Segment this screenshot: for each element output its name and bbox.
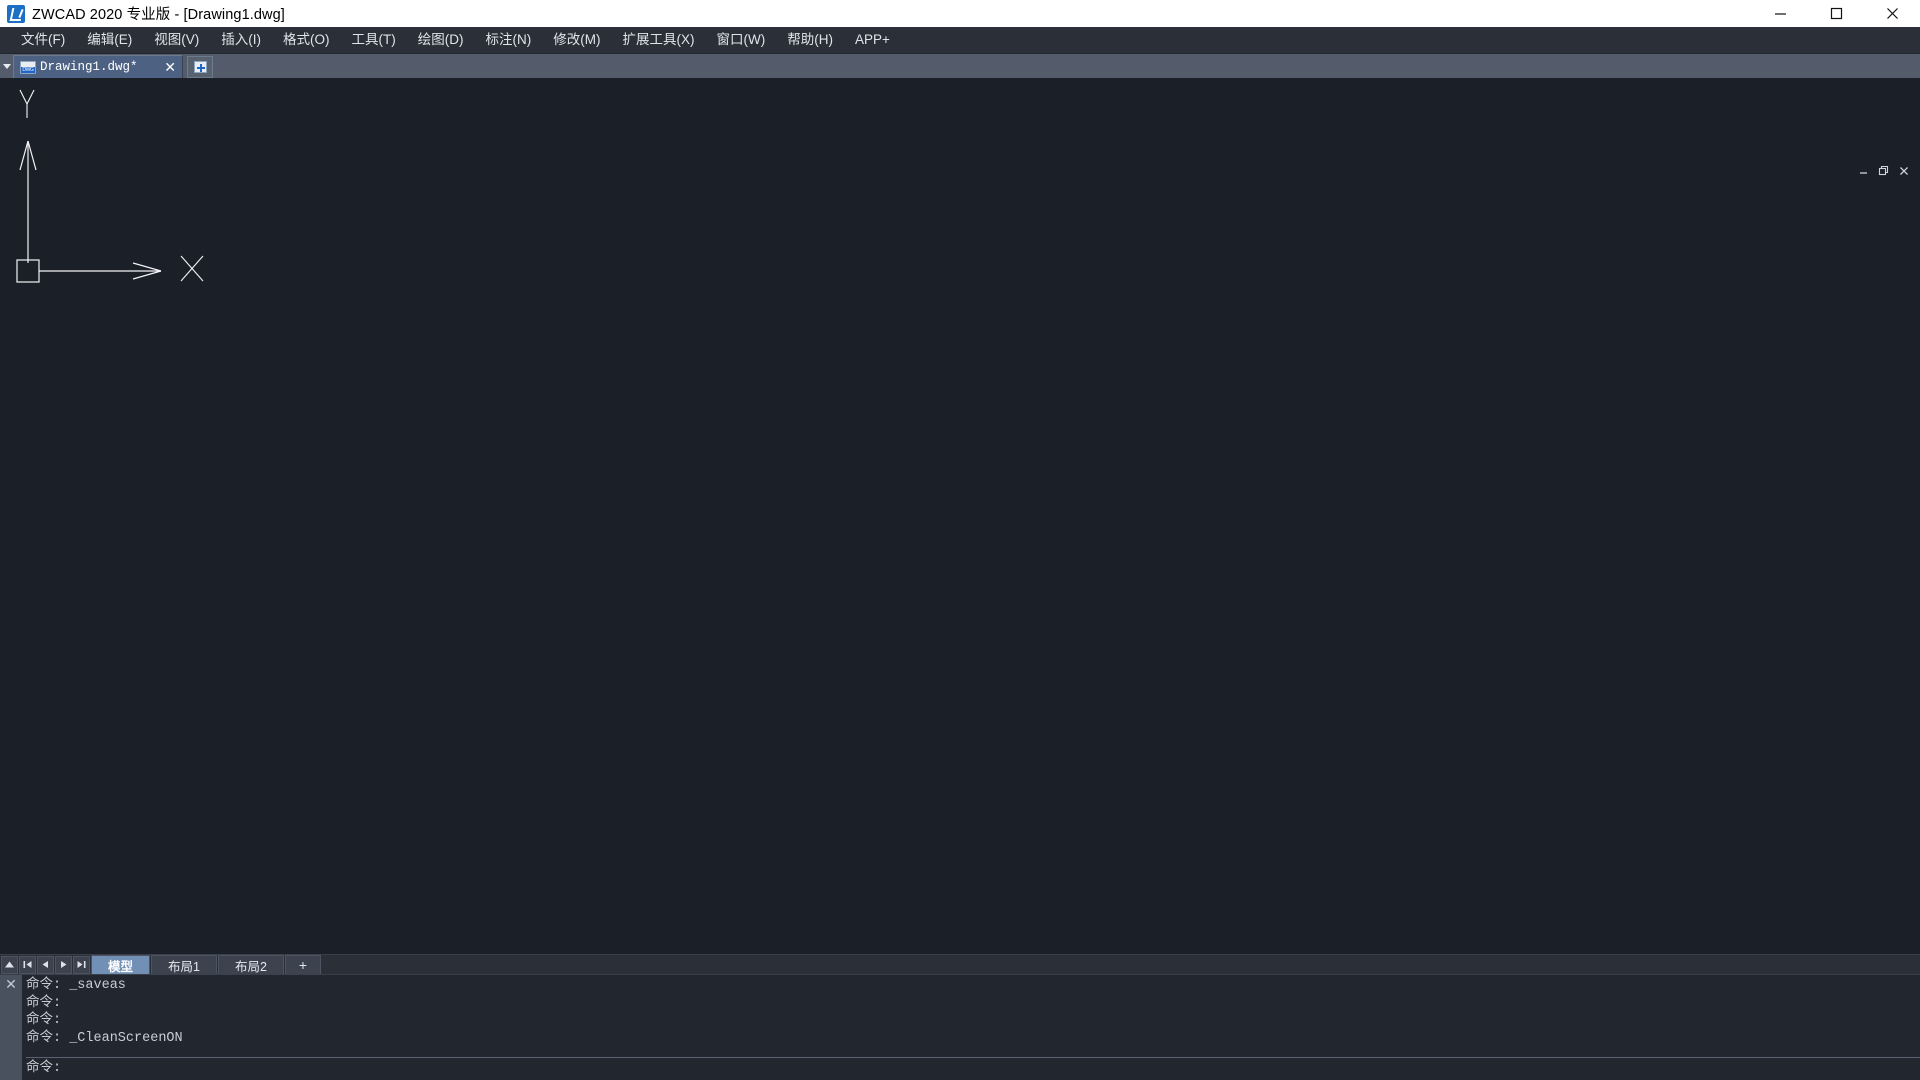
document-minimize-button[interactable] bbox=[1854, 162, 1874, 180]
document-tab-close-icon[interactable]: ✕ bbox=[164, 60, 176, 74]
document-window-controls bbox=[1854, 162, 1914, 180]
layout-next-button[interactable] bbox=[55, 956, 72, 974]
command-history: 命令: _saveas 命令: 命令: 命令: _CleanScreenON bbox=[26, 975, 1920, 1057]
menu-help[interactable]: 帮助(H) bbox=[776, 28, 844, 52]
new-document-button[interactable] bbox=[187, 56, 213, 78]
document-tab-label: Drawing1.dwg* bbox=[40, 60, 154, 74]
menu-dimension[interactable]: 标注(N) bbox=[475, 28, 543, 52]
command-input-row[interactable]: 命令: bbox=[26, 1057, 1920, 1080]
command-line-body: 命令: _saveas 命令: 命令: 命令: _CleanScreenON 命… bbox=[22, 975, 1920, 1080]
menu-edit[interactable]: 编辑(E) bbox=[76, 28, 143, 52]
command-line-panel: ✕ 命令: _saveas 命令: 命令: 命令: _CleanScreenON… bbox=[0, 974, 1920, 1080]
menu-file[interactable]: 文件(F) bbox=[10, 28, 76, 52]
layout-tab-model[interactable]: 模型 bbox=[91, 955, 150, 974]
menu-format[interactable]: 格式(O) bbox=[272, 28, 341, 52]
window-controls bbox=[1752, 0, 1920, 27]
window-title: ZWCAD 2020 专业版 - [Drawing1.dwg] bbox=[32, 3, 285, 24]
document-close-button[interactable] bbox=[1894, 162, 1914, 180]
document-tab-bar: Drawing1.dwg* ✕ bbox=[0, 54, 1920, 78]
layout-collapse-button[interactable] bbox=[1, 956, 18, 974]
close-icon: ✕ bbox=[5, 977, 17, 1080]
menu-insert[interactable]: 插入(I) bbox=[210, 28, 272, 52]
command-line-close-button[interactable]: ✕ bbox=[0, 975, 22, 1080]
layout-last-button[interactable] bbox=[73, 956, 90, 974]
chevron-down-icon bbox=[3, 64, 11, 69]
menu-express-tools[interactable]: 扩展工具(X) bbox=[612, 28, 706, 52]
layout-tab-layout2[interactable]: 布局2 bbox=[218, 955, 284, 974]
ucs-icon bbox=[0, 78, 250, 338]
command-history-line: 命令: bbox=[26, 1012, 1920, 1030]
command-history-line: 命令: bbox=[26, 995, 1920, 1013]
window-minimize-button[interactable] bbox=[1752, 0, 1808, 27]
menu-window[interactable]: 窗口(W) bbox=[706, 28, 777, 52]
layout-prev-button[interactable] bbox=[37, 956, 54, 974]
document-restore-button[interactable] bbox=[1874, 162, 1894, 180]
command-prompt: 命令: bbox=[26, 1060, 1920, 1078]
layout-tab-bar: 模型 布局1 布局2 + bbox=[0, 954, 1920, 974]
document-tab-dropdown-button[interactable] bbox=[0, 54, 13, 78]
menu-bar: 文件(F) 编辑(E) 视图(V) 插入(I) 格式(O) 工具(T) 绘图(D… bbox=[0, 27, 1920, 54]
menu-tools[interactable]: 工具(T) bbox=[341, 28, 407, 52]
menu-view[interactable]: 视图(V) bbox=[143, 28, 210, 52]
zwcad-logo-icon bbox=[7, 5, 25, 23]
window-close-button[interactable] bbox=[1864, 0, 1920, 27]
menu-modify[interactable]: 修改(M) bbox=[542, 28, 611, 52]
menu-draw[interactable]: 绘图(D) bbox=[407, 28, 475, 52]
layout-first-button[interactable] bbox=[19, 956, 36, 974]
drawing-canvas[interactable] bbox=[0, 78, 1920, 954]
window-maximize-button[interactable] bbox=[1808, 0, 1864, 27]
new-document-icon bbox=[194, 61, 207, 73]
dwg-file-icon bbox=[20, 61, 36, 74]
layout-add-tab-button[interactable]: + bbox=[285, 955, 321, 974]
document-tab-drawing1[interactable]: Drawing1.dwg* ✕ bbox=[13, 55, 183, 78]
layout-tab-layout1[interactable]: 布局1 bbox=[151, 955, 217, 974]
title-bar: ZWCAD 2020 专业版 - [Drawing1.dwg] bbox=[0, 0, 1920, 27]
menu-app-plus[interactable]: APP+ bbox=[844, 28, 901, 52]
command-history-line: 命令: _saveas bbox=[26, 977, 1920, 995]
command-history-line: 命令: _CleanScreenON bbox=[26, 1030, 1920, 1048]
